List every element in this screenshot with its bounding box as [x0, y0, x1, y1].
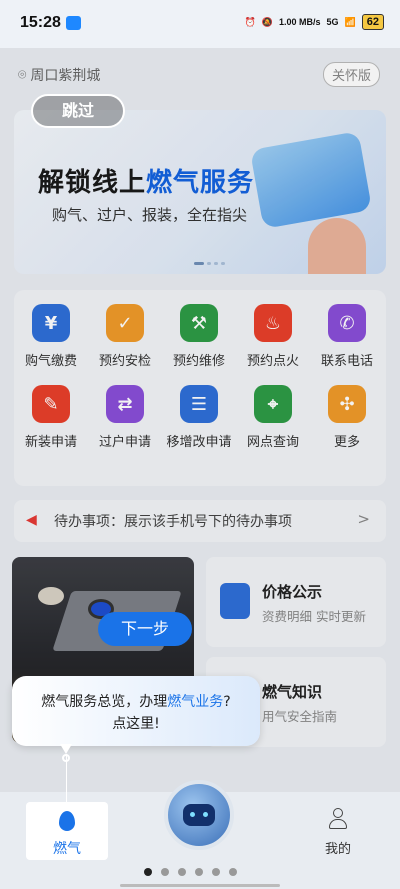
- nav-tab-gas[interactable]: 燃气: [26, 802, 108, 860]
- todo-text: 待办事项：展示该手机号下的待办事项: [54, 514, 292, 530]
- service-grid-panel: ¥ 购气缴费 ✓ 预约安检 ⚒ 预约维修 ♨ 预约点火 ✆ 联系电话 ✎ 新装申请 ⇄ 过户申请 ☰ 移增改申…: [14, 290, 386, 486]
- location-selector[interactable]: ⌾ 周口紫荆城: [18, 65, 100, 85]
- banner-title: 解锁线上燃气服务: [38, 162, 254, 199]
- tooltip-tail: [60, 744, 72, 754]
- grid-icon: ✣: [328, 385, 366, 423]
- tooltip-line-2: 点这里!: [112, 716, 160, 732]
- page-dot: [161, 868, 169, 876]
- status-bar: 15:28 ⏰ 🔕 1.00 MB/s 5G 📶 62: [0, 0, 400, 48]
- banner-illustration: [249, 131, 373, 229]
- wifi-icon: 📶: [344, 16, 356, 27]
- service-item[interactable]: ✓ 预约安检: [88, 304, 162, 369]
- page-dot: [212, 868, 220, 876]
- guide-tooltip: 燃气服务总览，办理燃气业务? 点这里!: [12, 676, 260, 746]
- banner-dot: [214, 262, 218, 265]
- service-grid: ¥ 购气缴费 ✓ 预约安检 ⚒ 预约维修 ♨ 预约点火 ✆ 联系电话 ✎ 新装申请 ⇄ 过户申请 ☰ 移增改申…: [14, 304, 386, 450]
- service-label: 购气缴费: [24, 354, 77, 369]
- service-item[interactable]: ⚒ 预约维修: [162, 304, 236, 369]
- page-dot: [178, 868, 186, 876]
- care-mode-button[interactable]: 关怀版: [322, 62, 380, 87]
- mute-icon: 🔕: [261, 16, 273, 27]
- map-pin-icon: ⌖: [254, 385, 292, 423]
- location-city: 周口紫荆城: [30, 68, 101, 84]
- banner-pagination: [194, 262, 225, 265]
- service-label: 预约点火: [246, 354, 299, 369]
- status-time: 15:28: [20, 14, 61, 31]
- tooltip-anchor-dot: [62, 754, 70, 762]
- price-doc-icon: [220, 583, 250, 619]
- service-item[interactable]: ⌖ 网点查询: [236, 385, 310, 450]
- page-dot: [144, 868, 152, 876]
- banner-dot: [221, 262, 225, 265]
- shield-yen-icon: ¥: [32, 304, 70, 342]
- person-transfer-icon: ⇄: [106, 385, 144, 423]
- network-speed: 1.00 MB/s: [278, 17, 321, 27]
- shield-check-icon: ✓: [106, 304, 144, 342]
- service-label: 预约维修: [172, 354, 225, 369]
- service-item[interactable]: ⇄ 过户申请: [88, 385, 162, 450]
- info-card-subtitle: 资费明细 实时更新: [262, 609, 366, 624]
- person-icon: [329, 808, 347, 830]
- promo-banner[interactable]: 解锁线上燃气服务 购气、过户、报装，全在指尖: [14, 110, 386, 274]
- speaker-icon: ◀: [26, 512, 37, 528]
- service-label: 新装申请: [24, 435, 77, 450]
- banner-title-prefix: 解锁线上: [38, 168, 147, 198]
- banner-title-accent: 燃气服务: [146, 168, 255, 198]
- service-item[interactable]: ♨ 预约点火: [236, 304, 310, 369]
- banner-dot: [194, 262, 204, 265]
- robot-eye: [190, 812, 195, 817]
- wrench-icon: ⚒: [180, 304, 218, 342]
- robot-icon: [183, 804, 215, 826]
- page-dot: [229, 868, 237, 876]
- info-card-subtitle: 用气安全指南: [262, 709, 338, 724]
- service-label: 移增改申请: [166, 435, 232, 450]
- banner-hand-illustration: [308, 218, 366, 274]
- skip-button[interactable]: 跳过: [31, 94, 125, 128]
- service-label: 联系电话: [320, 354, 373, 369]
- info-card-title: 燃气知识: [262, 683, 323, 701]
- service-item[interactable]: ✆ 联系电话: [310, 304, 384, 369]
- service-label: 网点查询: [246, 435, 299, 450]
- status-icons: ⏰ 🔕 1.00 MB/s 5G 📶 62: [245, 14, 384, 30]
- service-item[interactable]: ¥ 购气缴费: [14, 304, 88, 369]
- next-step-button[interactable]: 下一步: [98, 612, 192, 646]
- nav-tab-mine[interactable]: 我的: [318, 808, 358, 858]
- service-item[interactable]: ✣ 更多: [310, 385, 384, 450]
- edit-doc-icon: ✎: [32, 385, 70, 423]
- battery-icon: 62: [361, 14, 384, 30]
- page-dot: [195, 868, 203, 876]
- flame-icon: ♨: [254, 304, 292, 342]
- robot-eye: [203, 812, 208, 817]
- price-notice-card[interactable]: 价格公示 资费明细 实时更新: [206, 557, 386, 647]
- info-card-title: 价格公示: [262, 583, 323, 601]
- signal-5g: 5G: [326, 17, 339, 27]
- flame-icon: [59, 811, 75, 831]
- banner-dot: [207, 262, 211, 265]
- home-indicator[interactable]: [120, 884, 280, 887]
- nav-tab-label: 燃气: [53, 841, 81, 857]
- location-row: ⌾ 周口紫荆城 关怀版: [18, 62, 382, 87]
- service-item[interactable]: ☰ 移增改申请: [162, 385, 236, 450]
- plate-illustration: [38, 587, 64, 605]
- alarm-icon: ⏰: [244, 16, 256, 27]
- todo-bar[interactable]: ◀ 待办事项：展示该手机号下的待办事项 >: [14, 500, 386, 542]
- service-item[interactable]: ✎ 新装申请: [14, 385, 88, 450]
- banner-subtitle: 购气、过户、报装，全在指尖: [52, 206, 248, 224]
- location-pin-icon: ⌾: [18, 67, 27, 83]
- tooltip-line-1: 燃气服务总览，办理燃气业务?: [12, 691, 260, 713]
- service-label: 预约安检: [98, 354, 151, 369]
- tooltip-suffix: ?: [223, 694, 231, 710]
- assistant-robot-button[interactable]: [164, 780, 234, 850]
- phone-icon: ✆: [328, 304, 366, 342]
- service-label: 过户申请: [98, 435, 151, 450]
- guide-pagination: [144, 868, 237, 876]
- nav-tab-label: 我的: [324, 842, 351, 857]
- tooltip-accent: 燃气业务: [167, 694, 224, 710]
- tooltip-prefix: 燃气服务总览，办理: [41, 694, 168, 710]
- app-notification-icon: [66, 16, 81, 30]
- clipboard-icon: ☰: [180, 385, 218, 423]
- service-label: 更多: [333, 435, 360, 450]
- chevron-right-icon: >: [357, 510, 370, 528]
